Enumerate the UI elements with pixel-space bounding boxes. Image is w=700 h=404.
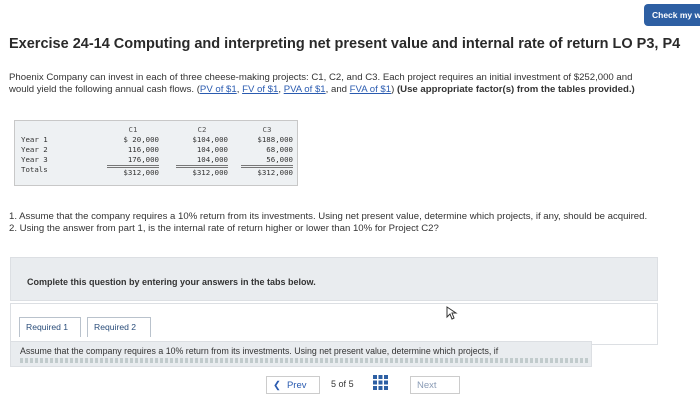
cell-c1-year-1: $ 20,000 bbox=[123, 135, 159, 144]
intro-paragraph: Phoenix Company can invest in each of th… bbox=[9, 72, 659, 96]
column-c3: C3 $188,000 68,000 56,000 $312,000 bbox=[241, 125, 293, 178]
cell-c1-year-3: 176,000 bbox=[107, 155, 159, 166]
questions: 1. Assume that the company requires a 10… bbox=[9, 211, 659, 234]
cell-c3-year-2: 68,000 bbox=[266, 145, 293, 154]
next-label: Next bbox=[417, 380, 437, 391]
next-button[interactable]: Next bbox=[410, 376, 460, 394]
check-my-work-button[interactable]: Check my w bbox=[644, 4, 700, 26]
fv-of-1-link[interactable]: FV of $1 bbox=[242, 84, 278, 95]
column-header-c3: C3 bbox=[262, 125, 272, 134]
cell-c2-year-3: 104,000 bbox=[176, 155, 228, 166]
page-of: of bbox=[338, 379, 347, 389]
required-1-panel: Assume that the company requires a 10% r… bbox=[10, 341, 592, 367]
intro-sep-3: , and bbox=[325, 84, 350, 95]
page-current: 5 bbox=[331, 379, 337, 389]
column-header-c1: C1 bbox=[128, 125, 138, 134]
cell-c1-total: $312,000 bbox=[107, 167, 159, 178]
cell-c3-year-3: 56,000 bbox=[241, 155, 293, 166]
tabs-area: Required 1 Required 2 bbox=[10, 303, 658, 345]
cell-c2-year-1: $104,000 bbox=[192, 135, 228, 144]
column-c2: C2 $104,000 104,000 104,000 $312,000 bbox=[176, 125, 228, 178]
cell-c3-year-1: $188,000 bbox=[257, 135, 293, 144]
column-header-c2: C2 bbox=[197, 125, 207, 134]
cell-c2-year-2: 104,000 bbox=[196, 145, 228, 154]
cell-c2-total: $312,000 bbox=[176, 167, 228, 178]
row-labels: Year 1 Year 2 Year 3 Totals bbox=[21, 135, 48, 175]
exercise-title: Exercise 24-14 Computing and interpretin… bbox=[9, 36, 681, 52]
cell-c3-total: $312,000 bbox=[241, 167, 293, 178]
required-1-prompt: Assume that the company requires a 10% r… bbox=[20, 346, 499, 356]
row-label-year-2: Year 2 bbox=[21, 145, 48, 154]
mouse-cursor-icon bbox=[446, 306, 458, 320]
grid-icon[interactable] bbox=[373, 375, 388, 390]
tab-required-2[interactable]: Required 2 bbox=[87, 317, 151, 337]
cell-c1-year-2: 116,000 bbox=[127, 145, 159, 154]
prev-label: Prev bbox=[286, 380, 307, 391]
question-1: 1. Assume that the company requires a 10… bbox=[9, 211, 648, 222]
question-2: 2. Using the answer from part 1, is the … bbox=[9, 222, 439, 234]
row-label-year-1: Year 1 bbox=[21, 135, 48, 144]
cash-flow-table: Year 1 Year 2 Year 3 Totals C1 $ 20,000 … bbox=[14, 120, 298, 186]
page-total: 5 bbox=[348, 379, 354, 389]
chevron-left-icon: ❮ bbox=[273, 380, 281, 391]
intro-instruction: (Use appropriate factor(s) from the tabl… bbox=[396, 84, 635, 95]
column-c1: C1 $ 20,000 116,000 176,000 $312,000 bbox=[107, 125, 159, 178]
tab-required-1[interactable]: Required 1 bbox=[19, 317, 81, 337]
page-indicator: 5 of 5 bbox=[331, 379, 354, 389]
row-label-year-3: Year 3 bbox=[21, 155, 48, 164]
pv-of-1-link[interactable]: PV of $1 bbox=[200, 84, 237, 95]
row-label-totals: Totals bbox=[21, 165, 48, 174]
prev-button[interactable]: ❮ Prev bbox=[266, 376, 320, 394]
instruction-text: Complete this question by entering your … bbox=[27, 277, 316, 287]
cut-off-text-line bbox=[20, 358, 588, 363]
pva-of-1-link[interactable]: PVA of $1 bbox=[284, 84, 326, 95]
fva-of-1-link[interactable]: FVA of $1 bbox=[350, 84, 391, 95]
instruction-panel: Complete this question by entering your … bbox=[10, 257, 658, 301]
